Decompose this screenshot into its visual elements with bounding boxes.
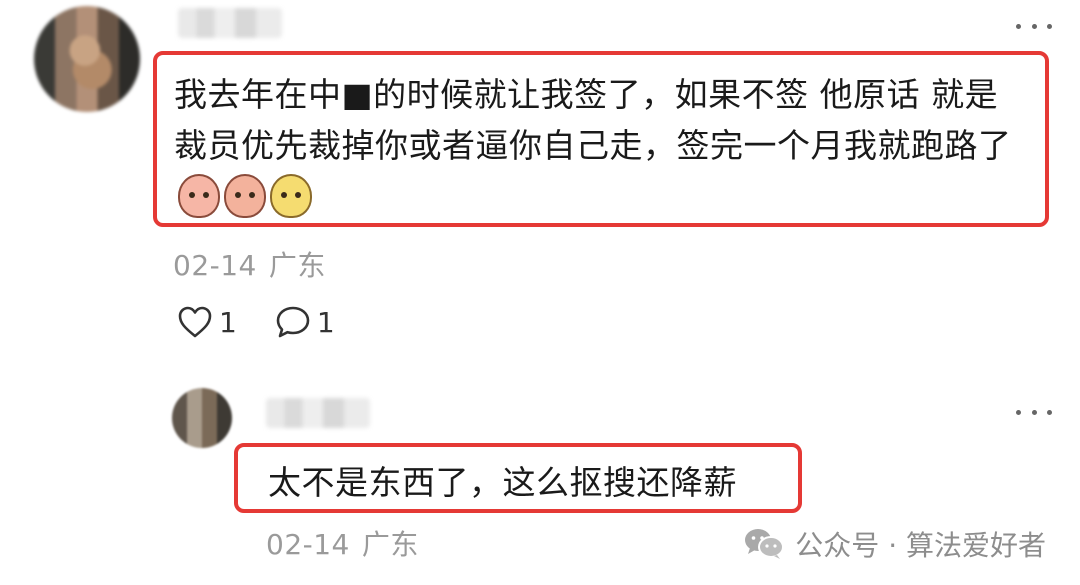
reply-count: 1: [316, 305, 335, 339]
more-options-button[interactable]: [1016, 16, 1052, 36]
dot: [1047, 23, 1052, 29]
dot: [1031, 409, 1037, 415]
reply-button[interactable]: 1: [275, 305, 335, 339]
like-count: 1: [219, 305, 237, 339]
reply-highlight-box: 太不是东西了，这么抠搜还降薪: [234, 443, 802, 513]
reply-date: 02-14: [266, 528, 350, 561]
pear-emoji-icon: [270, 173, 312, 218]
dot: [1016, 23, 1021, 29]
comment-date: 02-14: [173, 249, 257, 282]
emoji-row: [178, 173, 312, 218]
reply-avatar[interactable]: [172, 388, 232, 448]
crying-emoji-icon: [178, 173, 220, 218]
dot: [1016, 409, 1021, 415]
heart-icon: [178, 306, 212, 338]
comment-body: 我去年在中■的时候就让我签了，如果不签 他原话 就是 裁员优先裁掉你或者逼你自己…: [174, 69, 1033, 222]
reply-location: 广东: [361, 528, 419, 561]
comment-meta: 02-14 广东: [173, 244, 326, 284]
reply-meta: 02-14 广东: [266, 523, 419, 563]
dot: [1031, 23, 1037, 29]
watermark-text: 公众号 · 算法爱好者: [795, 529, 1046, 562]
comment-text: 我去年在中■的时候就让我签了，如果不签 他原话 就是 裁员优先裁掉你或者逼你自己…: [174, 75, 1012, 165]
reply-more-options-button[interactable]: [1016, 402, 1052, 422]
username-blurred[interactable]: [178, 8, 282, 38]
covering-face-emoji-icon: [224, 173, 266, 218]
avatar[interactable]: [34, 6, 140, 112]
dot: [1047, 409, 1052, 415]
reply-username-blurred[interactable]: [266, 398, 370, 428]
wechat-icon: [745, 529, 785, 559]
comment-highlight-box: 我去年在中■的时候就让我签了，如果不签 他原话 就是 裁员优先裁掉你或者逼你自己…: [153, 51, 1049, 227]
comment-location: 广东: [268, 249, 326, 282]
comment-bubble-icon: [276, 306, 310, 338]
watermark: 公众号 · 算法爱好者: [743, 524, 1046, 564]
comment-actions: 1 1: [177, 305, 335, 339]
like-button[interactable]: 1: [177, 305, 237, 339]
reply-text: 太不是东西了，这么抠搜还降薪: [268, 463, 737, 502]
